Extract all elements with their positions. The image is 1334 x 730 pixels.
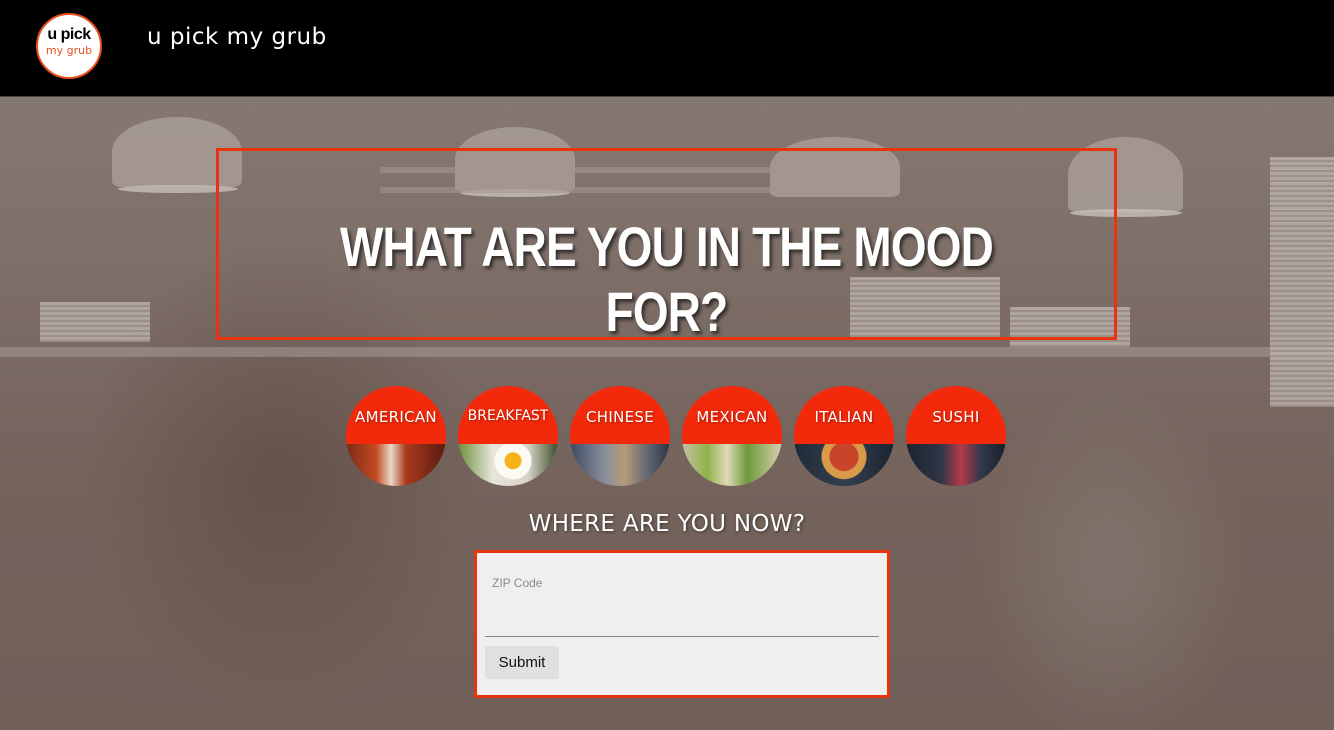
cuisine-label: ITALIAN: [814, 408, 874, 426]
sushi-photo-icon: [906, 444, 1006, 486]
cuisine-button-mexican[interactable]: MEXICAN: [682, 386, 782, 486]
zip-code-label: ZIP Code: [492, 576, 543, 590]
top-navbar: u pick my grub u pick my grub: [0, 0, 1334, 97]
brand-title[interactable]: u pick my grub: [147, 24, 327, 50]
pizza-photo-icon: [794, 444, 894, 486]
cuisine-label: AMERICAN: [355, 408, 437, 426]
zip-code-form: ZIP Code Submit: [474, 550, 890, 698]
cuisine-label: SUSHI: [932, 408, 980, 426]
cuisine-label: BREAKFAST: [467, 408, 549, 424]
tacos-photo-icon: [682, 444, 782, 486]
location-heading: WHERE ARE YOU NOW?: [528, 511, 806, 537]
mood-headline-box: WHAT ARE YOU IN THE MOOD FOR?: [216, 148, 1117, 343]
cuisine-button-sushi[interactable]: SUSHI: [906, 386, 1006, 486]
cuisine-button-italian[interactable]: ITALIAN: [794, 386, 894, 486]
mood-headline: WHAT ARE YOU IN THE MOOD FOR?: [340, 215, 994, 343]
burger-photo-icon: [346, 444, 446, 486]
zip-code-input[interactable]: [485, 593, 879, 637]
logo-text-bottom: my grub: [45, 44, 93, 57]
cuisine-button-american[interactable]: AMERICAN: [346, 386, 446, 486]
egg-photo-icon: [458, 444, 558, 486]
logo-text-top: u pick: [47, 26, 91, 43]
brand-logo[interactable]: u pick my grub: [36, 13, 102, 79]
cuisine-button-chinese[interactable]: CHINESE: [570, 386, 670, 486]
cuisine-label: MEXICAN: [696, 408, 768, 426]
submit-button[interactable]: Submit: [485, 646, 559, 679]
cuisine-button-breakfast[interactable]: BREAKFAST: [458, 386, 558, 486]
cuisine-label: CHINESE: [586, 408, 654, 426]
noodles-photo-icon: [570, 444, 670, 486]
